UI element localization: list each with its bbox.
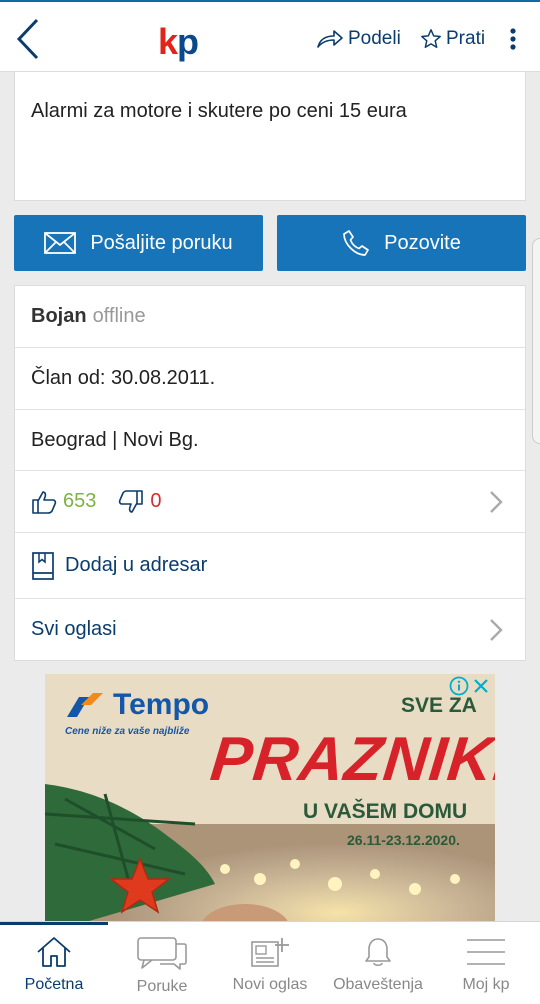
seller-name-row[interactable]: Bojan offline: [15, 286, 525, 348]
bottom-navigation: Početna Poruke Novi oglas Obaveštenja Mo…: [0, 921, 540, 1004]
all-ads-row[interactable]: Svi oglasi: [15, 599, 525, 660]
nav-new-ad[interactable]: Novi oglas: [216, 922, 324, 1004]
share-icon: [317, 30, 343, 48]
nav-home-label: Početna: [24, 976, 84, 993]
ad-tagline: Cene niže za vaše najbliže: [65, 726, 190, 737]
nav-notifications-label: Obaveštenja: [333, 976, 423, 993]
nav-messages-label: Poruke: [136, 978, 188, 995]
phone-icon: [343, 230, 369, 256]
ad-controls: [449, 676, 491, 696]
call-button[interactable]: Pozovite: [277, 215, 526, 271]
member-since-row: Član od: 30.08.2011.: [15, 348, 525, 410]
ad-banner[interactable]: Tempo Cene niže za vaše najbliže SVE ZA …: [45, 674, 495, 934]
more-options-button[interactable]: [502, 24, 524, 54]
add-to-contacts-row[interactable]: Dodaj u adresar: [15, 533, 525, 599]
follow-button[interactable]: Prati: [420, 24, 485, 54]
ad-info-icon[interactable]: [449, 676, 469, 696]
address-book-icon: [32, 551, 54, 580]
all-ads-label: Svi oglasi: [31, 618, 117, 640]
ad-dates: 26.11-23.12.2020.: [347, 832, 460, 848]
star-icon: [421, 29, 441, 48]
seller-name: Bojan: [31, 305, 87, 327]
envelope-icon: [44, 232, 77, 254]
nav-new-ad-label: Novi oglas: [232, 976, 308, 993]
call-label: Pozovite: [384, 231, 461, 254]
share-label: Podeli: [348, 28, 401, 49]
nav-home[interactable]: Početna: [0, 922, 108, 1004]
send-message-button[interactable]: Pošaljite poruku: [14, 215, 263, 271]
ad-headline-small: SVE ZA: [401, 694, 477, 717]
nav-notifications[interactable]: Obaveštenja: [324, 922, 432, 1004]
ratings-row[interactable]: 653 0: [15, 471, 525, 533]
ad-subline: U VAŠEM DOMU: [303, 800, 468, 823]
chat-icon: [137, 937, 187, 970]
chevron-left-icon: [16, 18, 39, 60]
ad-close-icon[interactable]: [471, 676, 491, 696]
chevron-right-icon: [490, 618, 503, 641]
chevron-right-icon: [490, 490, 503, 513]
nav-messages[interactable]: Poruke: [108, 922, 216, 1004]
side-scroll-handle[interactable]: [532, 238, 540, 444]
menu-icon: [467, 939, 505, 965]
top-bar: kp Podeli Prati: [0, 0, 540, 72]
positive-rating-count: 653: [63, 490, 97, 512]
bell-icon: [365, 938, 391, 967]
seller-card: Bojan offline Član od: 30.08.2011. Beogr…: [14, 285, 526, 661]
share-button[interactable]: Podeli: [316, 24, 401, 54]
seller-location: Beograd | Novi Bg.: [31, 428, 199, 451]
more-vertical-icon: [510, 28, 516, 50]
negative-rating-count: 0: [150, 490, 162, 512]
logo-k: k: [158, 21, 178, 62]
add-to-contacts-label: Dodaj u adresar: [65, 554, 208, 576]
new-ad-icon: [251, 938, 289, 967]
nav-my-kp-label: Moj kp: [462, 976, 510, 993]
ad-headline: PRAZNIKE: [207, 725, 495, 794]
ad-brand: Tempo: [65, 688, 209, 722]
kp-logo[interactable]: kp: [158, 20, 199, 62]
logo-p: p: [177, 21, 199, 62]
send-message-label: Pošaljite poruku: [90, 231, 233, 254]
home-icon: [37, 937, 71, 967]
location-row: Beograd | Novi Bg.: [15, 410, 525, 471]
thumbs-down-icon: [119, 489, 144, 513]
nav-my-kp[interactable]: Moj kp: [432, 922, 540, 1004]
listing-title: Alarmi za motore i skutere po ceni 15 eu…: [31, 100, 407, 122]
member-since: Član od: 30.08.2011.: [31, 367, 216, 389]
seller-status: offline: [92, 305, 146, 327]
ad-brand-name: Tempo: [113, 688, 210, 721]
thumbs-up-icon: [32, 490, 57, 514]
back-button[interactable]: [10, 14, 46, 64]
follow-label: Prati: [446, 28, 486, 49]
tempo-logo-icon: [67, 693, 103, 717]
listing-title-card: Alarmi za motore i skutere po ceni 15 eu…: [14, 72, 526, 201]
